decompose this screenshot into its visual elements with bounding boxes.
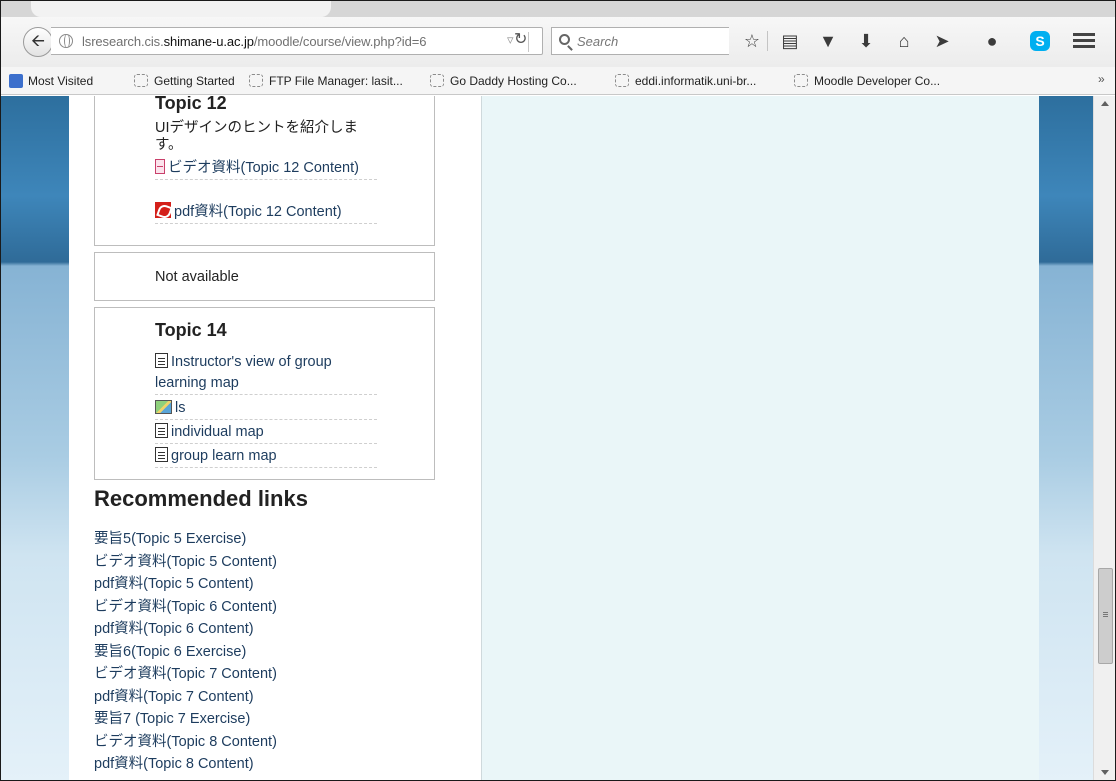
downloads-icon[interactable]: ⬇ — [853, 29, 879, 53]
recommended-link[interactable]: ビデオ資料(Topic 8 Content) — [94, 731, 434, 754]
page-icon — [155, 423, 168, 438]
bookmark-getting-started[interactable]: Getting Started — [134, 74, 235, 88]
topic-description: UIデザインのヒントを紹介します。 — [155, 120, 358, 153]
bookmark-eddi[interactable]: eddi.informatik.uni-br... — [615, 74, 756, 88]
topic-13-block: Not available — [94, 252, 435, 301]
bookmark-label: Most Visited — [28, 74, 94, 88]
page-background-right — [1039, 96, 1093, 780]
url-domain: shimane-u.ac.jp — [163, 34, 254, 49]
recommended-links-title: Recommended links — [94, 486, 308, 511]
page-viewport: Topic 12 UIデザインのヒントを紹介します。 ビデオ資料(Topic 1… — [1, 96, 1093, 780]
bookmark-label: FTP File Manager: lasit... — [269, 74, 403, 88]
back-button[interactable]: 🡨 — [23, 27, 53, 57]
recommended-link[interactable]: 要旨5(Topic 5 Exercise) — [94, 528, 434, 551]
topic-14-block: Topic 14 Instructor's view of group lear… — [94, 307, 435, 480]
bookmark-label: eddi.informatik.uni-br... — [635, 74, 757, 88]
ls-map-link[interactable]: ls — [155, 398, 377, 420]
recommended-links-list: 要旨5(Topic 5 Exercise) ビデオ資料(Topic 5 Cont… — [94, 528, 434, 776]
topic-12-video-link[interactable]: ビデオ資料(Topic 12 Content) — [155, 158, 377, 180]
scrollbar-thumb[interactable] — [1098, 568, 1113, 664]
instructor-group-map-link[interactable]: Instructor's view of group learning map — [155, 352, 377, 395]
pocket-icon[interactable]: ▼ — [815, 29, 841, 53]
availability-status: Not available — [155, 269, 239, 285]
skype-icon[interactable]: S — [1030, 31, 1050, 51]
video-file-icon — [155, 159, 165, 174]
home-icon[interactable]: ⌂ — [891, 29, 917, 53]
activity-label: ビデオ資料(Topic 12 Content) — [168, 160, 359, 176]
chat-icon[interactable]: ● — [979, 29, 1005, 53]
individual-map-link[interactable]: individual map — [155, 422, 377, 444]
page-background-left — [1, 96, 69, 780]
bookmark-page-icon — [615, 74, 629, 87]
page-icon — [155, 447, 168, 462]
back-arrow-icon: 🡨 — [31, 30, 45, 50]
bookmark-label: Getting Started — [154, 74, 235, 88]
main-content-area — [483, 96, 1039, 780]
recommended-link[interactable]: pdf資料(Topic 5 Content) — [94, 573, 434, 596]
url-host-prefix: lsresearch.cis. — [82, 34, 164, 49]
topic-12-pdf-link[interactable]: pdf資料(Topic 12 Content) — [155, 202, 377, 224]
topic-title: Topic 12 — [155, 96, 227, 113]
bookmark-go-daddy[interactable]: Go Daddy Hosting Co... — [430, 74, 577, 88]
vertical-scrollbar[interactable] — [1093, 96, 1115, 780]
send-icon[interactable]: ➤ — [929, 29, 955, 53]
most-visited-icon — [9, 74, 23, 88]
topic-12-block: Topic 12 UIデザインのヒントを紹介します。 ビデオ資料(Topic 1… — [94, 96, 435, 246]
recommended-link[interactable]: ビデオ資料(Topic 5 Content) — [94, 551, 434, 574]
grip-icon — [1103, 612, 1108, 613]
scroll-down-arrow-icon[interactable] — [1101, 770, 1109, 775]
menu-icon[interactable] — [1073, 30, 1095, 52]
scroll-up-arrow-icon[interactable] — [1101, 101, 1109, 106]
topic-title: Topic 14 — [155, 320, 227, 340]
search-icon — [559, 34, 570, 45]
bookmark-star-icon[interactable]: ☆ — [739, 29, 765, 53]
tab-strip — [1, 1, 1115, 17]
bookmarks-overflow-button[interactable]: » — [1098, 72, 1105, 86]
recommended-link[interactable]: pdf資料(Topic 8 Content) — [94, 753, 434, 776]
url-path: /moodle/course/view.php?id=6 — [253, 34, 427, 49]
group-learn-map-link[interactable]: group learn map — [155, 446, 377, 468]
url-text: lsresearch.cis.shimane-u.ac.jp/moodle/co… — [82, 34, 426, 49]
site-identity-icon[interactable] — [59, 34, 73, 48]
activity-label: Instructor's view of group learning map — [155, 354, 332, 391]
bookmark-moodle-developer[interactable]: Moodle Developer Co... — [794, 74, 940, 88]
bookmark-label: Go Daddy Hosting Co... — [450, 74, 577, 88]
course-sidebar: Topic 12 UIデザインのヒントを紹介します。 ビデオ資料(Topic 1… — [69, 96, 482, 780]
recommended-link[interactable]: 要旨7 (Topic 7 Exercise) — [94, 708, 434, 731]
bookmarks-toolbar: Most Visited Getting Started FTP File Ma… — [1, 67, 1115, 95]
map-icon — [155, 400, 172, 414]
bookmark-page-icon — [134, 74, 148, 87]
toolbar-separator — [767, 31, 768, 51]
activity-label: group learn map — [171, 448, 277, 464]
recommended-link[interactable]: pdf資料(Topic 6 Content) — [94, 618, 434, 641]
activity-label: pdf資料(Topic 12 Content) — [174, 204, 342, 220]
active-tab[interactable] — [31, 1, 331, 17]
activity-label: ls — [175, 400, 186, 416]
recommended-link[interactable]: ビデオ資料(Topic 6 Content) — [94, 596, 434, 619]
bookmark-most-visited[interactable]: Most Visited — [9, 74, 93, 88]
history-dropdown-icon[interactable]: ▿ — [507, 32, 514, 48]
bookmark-ftp-file-manager[interactable]: FTP File Manager: lasit... — [249, 74, 403, 88]
bookmark-page-icon — [794, 74, 808, 87]
reload-icon[interactable]: ↻ — [514, 29, 527, 49]
recommended-link[interactable]: ビデオ資料(Topic 7 Content) — [94, 663, 434, 686]
bookmark-label: Moodle Developer Co... — [814, 74, 941, 88]
recommended-link[interactable]: 要旨6(Topic 6 Exercise) — [94, 641, 434, 664]
search-input[interactable]: Search — [551, 27, 729, 55]
browser-window: 🡨 lsresearch.cis.shimane-u.ac.jp/moodle/… — [0, 0, 1116, 781]
recommended-link[interactable]: pdf資料(Topic 7 Content) — [94, 686, 434, 709]
reading-list-icon[interactable]: ▤ — [777, 29, 803, 53]
search-placeholder: Search — [577, 34, 619, 49]
pdf-icon — [155, 202, 171, 218]
page-icon — [155, 353, 168, 368]
bookmark-page-icon — [430, 74, 444, 87]
url-separator — [528, 32, 529, 52]
address-bar[interactable]: lsresearch.cis.shimane-u.ac.jp/moodle/co… — [51, 27, 543, 55]
activity-label: individual map — [171, 424, 264, 440]
bookmark-page-icon — [249, 74, 263, 87]
